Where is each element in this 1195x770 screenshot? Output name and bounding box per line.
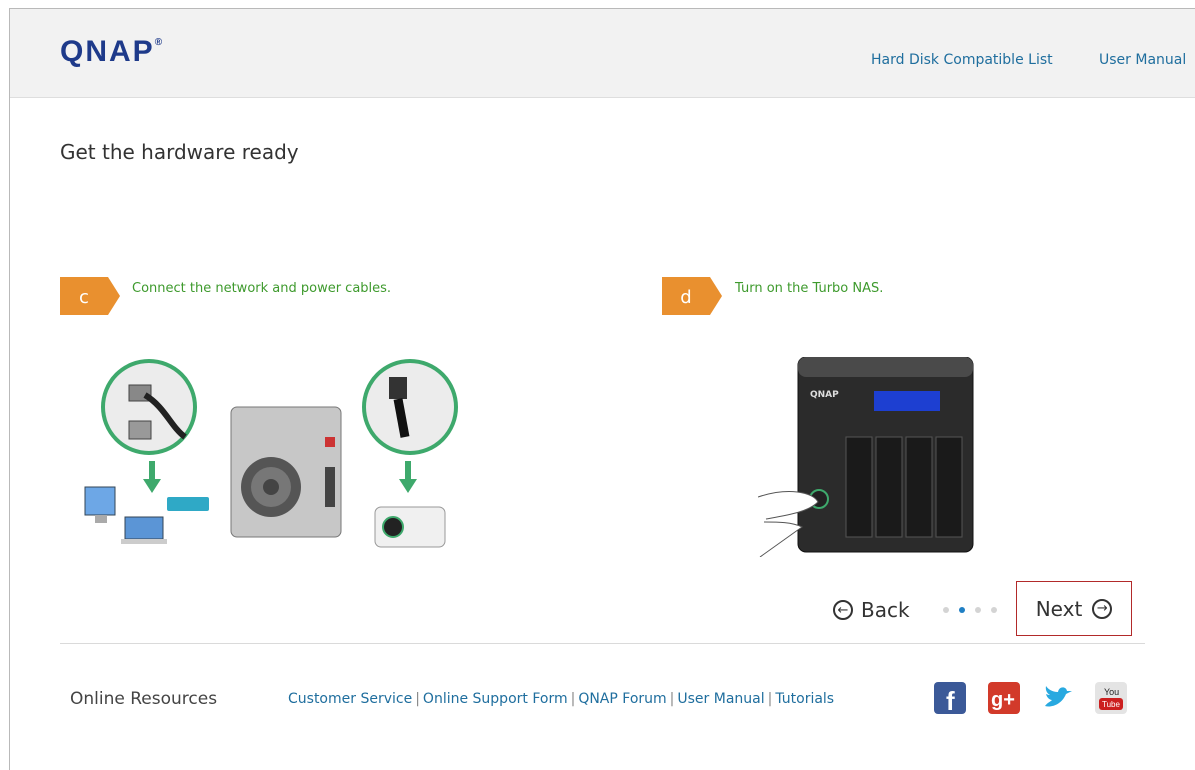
online-resources-title: Online Resources	[70, 689, 218, 709]
youtube-icon[interactable]: You Tube	[1095, 682, 1127, 714]
google-plus-icon[interactable]: g+	[988, 682, 1020, 714]
svg-text:f: f	[946, 686, 955, 714]
twitter-icon[interactable]	[1042, 682, 1074, 714]
pager-dots	[943, 607, 997, 613]
nas-power-on-illustration: QNAP	[758, 357, 974, 557]
back-label: Back	[861, 598, 910, 622]
next-label: Next	[1035, 596, 1083, 621]
svg-text:You: You	[1104, 687, 1119, 697]
footer-divider	[60, 643, 1145, 644]
back-button[interactable]: ← Back	[833, 598, 910, 622]
back-arrow-icon: ←	[833, 600, 853, 620]
pager-dot	[991, 607, 997, 613]
facebook-icon[interactable]: f	[934, 682, 966, 714]
user-manual-footer-link[interactable]: User Manual	[677, 691, 764, 707]
step-c-text: Connect the network and power cables.	[132, 281, 392, 296]
pager-dot-current	[959, 607, 965, 613]
page-title: Get the hardware ready	[60, 140, 299, 164]
next-button[interactable]: Next →	[1016, 581, 1132, 636]
pager-dot	[975, 607, 981, 613]
online-support-form-link[interactable]: Online Support Form	[423, 691, 568, 707]
step-d-letter: d	[680, 287, 691, 308]
pager-dot	[943, 607, 949, 613]
tutorials-link[interactable]: Tutorials	[775, 691, 834, 707]
step-c-badge: c	[60, 277, 120, 315]
user-manual-link[interactable]: User Manual	[1099, 52, 1186, 68]
svg-text:QNAP: QNAP	[810, 390, 839, 400]
setup-wizard-window: QNAP® Hard Disk Compatible List User Man…	[9, 8, 1195, 770]
next-arrow-icon: →	[1092, 598, 1113, 619]
svg-text:g+: g+	[991, 689, 1015, 711]
step-d-badge: d	[662, 277, 722, 315]
svg-text:Tube: Tube	[1102, 700, 1120, 709]
footer-links: Customer Service | Online Support Form | QNA…	[288, 691, 835, 707]
header-bar: QNAP® Hard Disk Compatible List User Man…	[10, 9, 1195, 98]
customer-service-link[interactable]: Customer Service	[288, 691, 412, 707]
qnap-forum-link[interactable]: QNAP Forum	[578, 691, 666, 707]
cable-connection-illustration	[84, 359, 458, 548]
hard-disk-compatible-list-link[interactable]: Hard Disk Compatible List	[871, 52, 1053, 68]
step-c-letter: c	[79, 287, 89, 308]
qnap-logo: QNAP®	[60, 35, 163, 68]
step-d-text: Turn on the Turbo NAS.	[735, 281, 884, 296]
